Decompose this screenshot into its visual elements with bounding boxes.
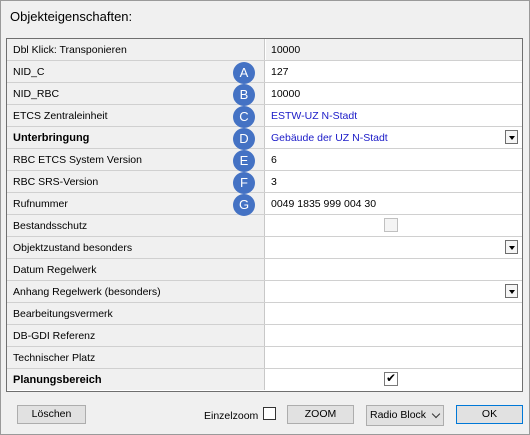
planungsbereich-checkbox[interactable]: ✔ xyxy=(384,371,398,386)
table-row: Planungsbereich ✔ xyxy=(7,369,522,391)
rufnummer-field[interactable]: 0049 1835 999 004 30 xyxy=(266,193,522,214)
row-label: Datum Regelwerk xyxy=(7,259,265,280)
table-row: RBC ETCS System Version E 6 xyxy=(7,149,522,172)
technischer-platz-field[interactable] xyxy=(266,347,522,368)
table-row: Technischer Platz xyxy=(7,347,522,369)
unterbringung-select[interactable]: Gebäude der UZ N-Stadt xyxy=(266,127,522,148)
chevron-down-icon[interactable] xyxy=(505,130,518,144)
table-row: NID_RBC B 10000 xyxy=(7,83,522,106)
table-row: ETCS Zentraleinheit C ESTW-UZ N-Stadt xyxy=(7,105,522,128)
table-row: Anhang Regelwerk (besonders) xyxy=(7,281,522,303)
row-label: Bearbeitungsvermerk xyxy=(7,303,265,324)
callout-badge-c: C xyxy=(233,106,255,128)
planungsbereich-cell: ✔ xyxy=(266,369,522,390)
table-row: Dbl Klick: Transponieren 10000 xyxy=(7,39,522,61)
row-label: ETCS Zentraleinheit xyxy=(7,105,265,126)
einzelzoom-label: Einzelzoom xyxy=(204,410,259,422)
rbc-srs-version-field[interactable]: 3 xyxy=(266,171,522,192)
chevron-down-icon xyxy=(431,409,441,419)
table-row: Rufnummer G 0049 1835 999 004 30 xyxy=(7,193,522,216)
nid-c-field[interactable]: 127 xyxy=(266,61,522,82)
row-label: Rufnummer xyxy=(7,193,265,214)
callout-badge-e: E xyxy=(233,150,255,172)
row-label: Dbl Klick: Transponieren xyxy=(7,39,265,60)
chevron-down-icon[interactable] xyxy=(505,240,518,254)
table-row: DB-GDI Referenz xyxy=(7,325,522,347)
datum-regelwerk-field[interactable] xyxy=(266,259,522,280)
bearbeitungsvermerk-field[interactable] xyxy=(266,303,522,324)
dialog-title: Objekteigenschaften: xyxy=(10,9,133,24)
callout-badge-f: F xyxy=(233,172,255,194)
row-label: Objektzustand besonders xyxy=(7,237,265,258)
table-row: Bestandsschutz xyxy=(7,215,522,237)
callout-badge-a: A xyxy=(233,62,255,84)
einzelzoom-checkbox[interactable] xyxy=(263,407,276,420)
table-row: Objektzustand besonders xyxy=(7,237,522,259)
checkmark-icon: ✔ xyxy=(386,371,397,385)
ok-button[interactable]: OK xyxy=(456,405,523,424)
delete-button[interactable]: Löschen xyxy=(17,405,86,424)
radio-block-combo[interactable]: Radio Block xyxy=(366,405,444,426)
table-row: Datum Regelwerk xyxy=(7,259,522,281)
row-value[interactable]: 10000 xyxy=(266,39,522,60)
callout-badge-g: G xyxy=(233,194,255,216)
row-label: Technischer Platz xyxy=(7,347,265,368)
chevron-down-icon[interactable] xyxy=(505,284,518,298)
dialog-footer: Löschen Einzelzoom ZOOM Radio Block OK xyxy=(1,401,530,431)
bestandsschutz-cell xyxy=(266,215,522,236)
properties-dialog: Objekteigenschaften: Dbl Klick: Transpon… xyxy=(0,0,530,435)
table-row: Bearbeitungsvermerk xyxy=(7,303,522,325)
bestandsschutz-checkbox[interactable] xyxy=(384,218,398,232)
row-label: NID_RBC xyxy=(7,83,265,104)
combo-value: Radio Block xyxy=(370,409,427,421)
table-row: NID_C A 127 xyxy=(7,61,522,84)
row-label: RBC ETCS System Version xyxy=(7,149,265,170)
zoom-button[interactable]: ZOOM xyxy=(287,405,354,424)
table-row: Unterbringung D Gebäude der UZ N-Stadt xyxy=(7,127,522,150)
nid-rbc-field[interactable]: 10000 xyxy=(266,83,522,104)
etcs-zentraleinheit-link[interactable]: ESTW-UZ N-Stadt xyxy=(266,105,522,126)
unterbringung-value: Gebäude der UZ N-Stadt xyxy=(271,132,388,144)
callout-badge-b: B xyxy=(233,84,255,106)
db-gdi-referenz-field[interactable] xyxy=(266,325,522,346)
row-label: RBC SRS-Version xyxy=(7,171,265,192)
anhang-regelwerk-select[interactable] xyxy=(266,281,522,302)
callout-badge-d: D xyxy=(233,128,255,150)
row-label: Bestandsschutz xyxy=(7,215,265,236)
rbc-etcs-version-field[interactable]: 6 xyxy=(266,149,522,170)
row-label: Planungsbereich xyxy=(7,369,265,390)
row-label: DB-GDI Referenz xyxy=(7,325,265,346)
table-row: RBC SRS-Version F 3 xyxy=(7,171,522,194)
row-label: Anhang Regelwerk (besonders) xyxy=(7,281,265,302)
row-label: NID_C xyxy=(7,61,265,82)
row-label: Unterbringung xyxy=(7,127,265,148)
properties-grid: Dbl Klick: Transponieren 10000 NID_C A 1… xyxy=(6,38,523,392)
objektzustand-select[interactable] xyxy=(266,237,522,258)
